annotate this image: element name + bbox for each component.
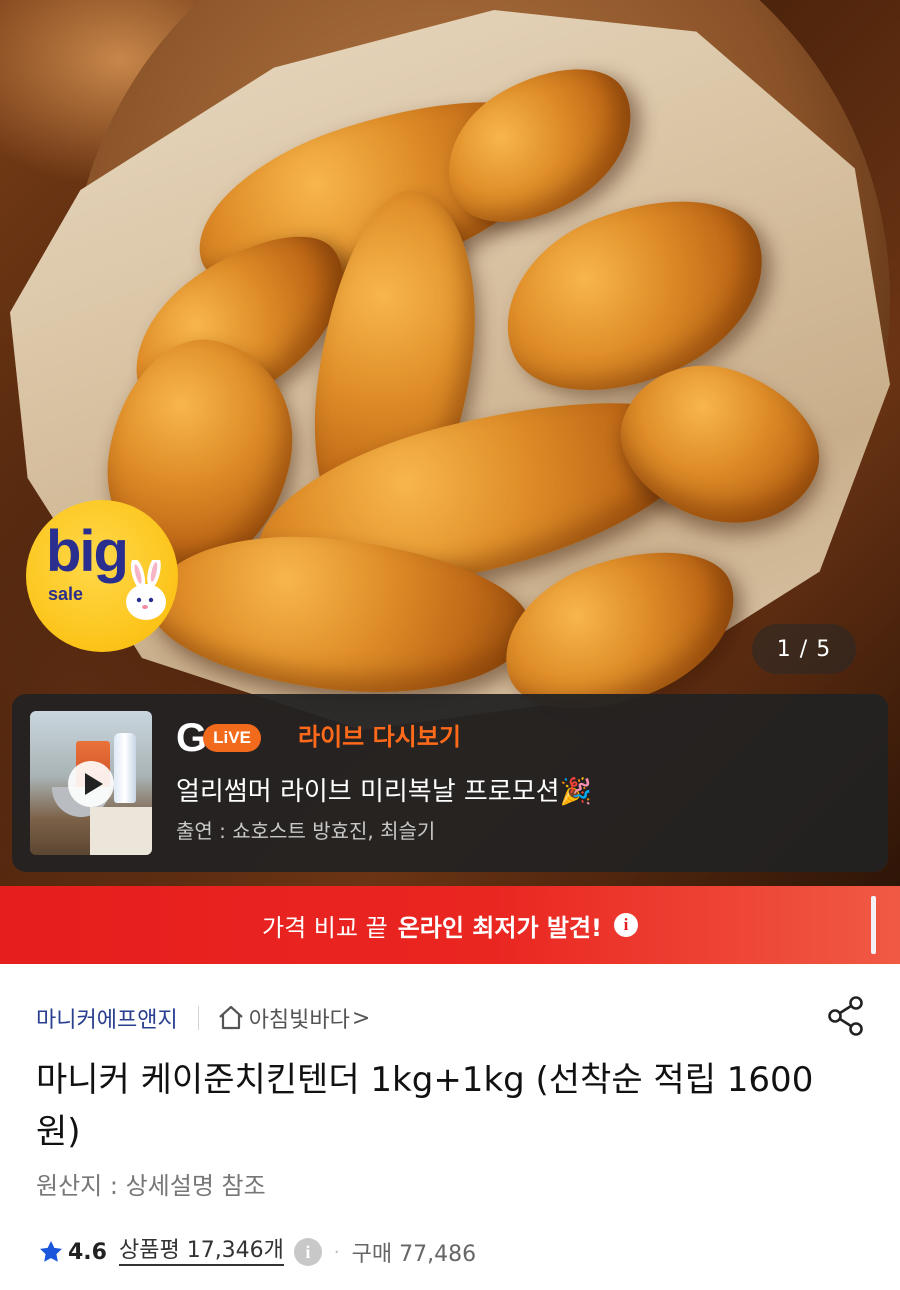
info-icon[interactable]: i — [293, 1238, 322, 1266]
thumb-bottle — [114, 733, 136, 803]
review-count-link[interactable]: 상품평 17,346개 — [118, 1238, 284, 1266]
brand-row: 마니커에프앤지 아침빛바다 > — [36, 998, 866, 1038]
lowest-price-banner[interactable]: 가격 비교 끝 온라인 최저가 발견! i — [0, 886, 900, 964]
product-title: 마니커 케이준치킨텐더 1kg+1kg (선착순 적립 1600원) — [36, 1060, 814, 1152]
home-icon[interactable] — [217, 1004, 245, 1032]
big-sale-badge[interactable]: big sale — [26, 500, 178, 652]
g-live-logo: G LiVE — [176, 718, 261, 758]
thumb-cloth — [90, 807, 152, 855]
play-icon[interactable] — [68, 761, 114, 807]
share-icon[interactable] — [826, 994, 866, 1038]
live-cast: 출연 : 쇼호스트 방효진, 최슬기 — [176, 819, 436, 843]
scroll-indicator — [871, 896, 876, 954]
info-icon[interactable]: i — [613, 913, 638, 937]
live-replay-card[interactable]: G LiVE 라이브 다시보기 얼리썸머 라이브 미리복날 프로모션🎉 출연 :… — [12, 694, 888, 872]
live-title: 얼리썸머 라이브 미리복날 프로모션🎉 — [176, 777, 592, 807]
origin-text: 원산지 : 상세설명 참조 — [36, 1172, 266, 1200]
rating-value: 4.6 — [68, 1239, 107, 1265]
dot-separator: · — [333, 1241, 340, 1263]
purchase-count: 구매 77,486 — [351, 1242, 477, 1267]
live-replay-label[interactable]: 라이브 다시보기 — [298, 720, 461, 754]
rating-row: 4.6 상품평 17,346개 i · 구매 77,486 — [38, 1232, 476, 1272]
bunny-icon — [126, 560, 166, 620]
live-pill: LiVE — [203, 724, 261, 752]
star-icon — [40, 1240, 62, 1262]
badge-sale-text: sale — [48, 584, 84, 604]
badge-big-text: big — [46, 519, 129, 584]
store-link[interactable]: 아침빛바다 — [249, 1002, 350, 1034]
chevron-right-icon[interactable]: > — [352, 1006, 370, 1031]
brand-link[interactable]: 마니커에프앤지 — [36, 1002, 178, 1034]
live-thumbnail[interactable] — [30, 711, 152, 855]
image-counter: 1 / 5 — [752, 624, 856, 674]
banner-text-normal: 가격 비교 끝 — [262, 913, 388, 942]
banner-text-bold: 온라인 최저가 발견! — [397, 913, 602, 942]
divider — [197, 1006, 199, 1030]
